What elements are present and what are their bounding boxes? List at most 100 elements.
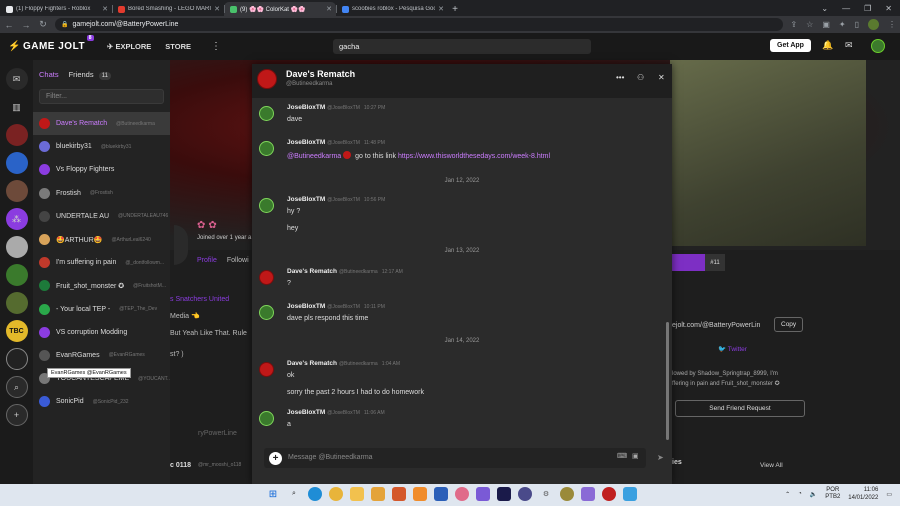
close-chat-icon[interactable]: ✕ — [658, 73, 665, 82]
minimize-icon[interactable]: — — [842, 4, 850, 13]
chat-list-item[interactable]: I'm suffering in pain @_dontfollowm... — [33, 251, 170, 274]
library-icon[interactable]: ▥ — [6, 96, 28, 118]
reload-icon[interactable]: ↻ — [38, 19, 48, 30]
volume-icon[interactable]: 🔈 — [810, 491, 817, 498]
notification-bell-icon[interactable]: 🔔 — [822, 40, 833, 51]
profile-avatar[interactable] — [174, 225, 188, 265]
message-author[interactable]: Dave's Rematch — [287, 360, 337, 367]
tab-close-icon[interactable]: ✕ — [438, 5, 444, 13]
notifications-icon[interactable]: ▭ — [886, 491, 892, 498]
message-avatar[interactable] — [259, 411, 274, 426]
url-input[interactable]: 🔒 gamejolt.com/@BatteryPowerLine — [55, 18, 784, 31]
forward-icon[interactable]: → — [21, 20, 31, 30]
copy-url-button[interactable]: Copy — [774, 317, 804, 332]
message-avatar[interactable] — [259, 106, 274, 121]
message-avatar[interactable] — [259, 141, 274, 156]
start-icon[interactable]: ⊞ — [266, 487, 280, 501]
chat-list-item[interactable]: - Your local TEP - @TEP_The_Dev — [33, 298, 170, 321]
community-avatar[interactable] — [5, 180, 28, 202]
language-indicator[interactable]: POR PTB2 — [825, 487, 840, 501]
chat-list-item[interactable]: Frostish @Frostish — [33, 182, 170, 205]
word-icon[interactable] — [434, 487, 448, 501]
chat-options-icon[interactable]: ••• — [616, 73, 624, 82]
attach-plus-button[interactable]: + — [269, 452, 282, 465]
message-composer[interactable]: + Message @Butineedkarma ⌨ ▣ — [264, 448, 646, 468]
tab-following[interactable]: Followi — [227, 257, 249, 264]
message-author[interactable]: JoseBloxTM — [287, 303, 325, 310]
store-link[interactable]: STORE — [165, 42, 191, 51]
user-avatar[interactable] — [871, 39, 885, 53]
clock[interactable]: 11:06 14/01/2022 — [848, 486, 878, 502]
message-avatar[interactable] — [259, 198, 274, 213]
tab-close-icon[interactable]: ✕ — [102, 5, 108, 13]
profile-avatar-icon[interactable] — [868, 19, 879, 30]
browser-tab[interactable]: (1) Floppy Fighters - Roblox ✕ — [0, 2, 112, 16]
send-icon[interactable]: ➤ — [657, 453, 664, 462]
gamejolt-search-input[interactable]: gacha — [333, 39, 591, 54]
chat-bubble-icon[interactable]: ✉ — [845, 40, 853, 51]
file-explorer-icon[interactable] — [350, 487, 364, 501]
settings-gear-icon[interactable]: ⚙ — [539, 487, 553, 501]
community-avatar[interactable] — [5, 236, 28, 258]
community-avatar[interactable] — [5, 292, 28, 314]
tab-close-icon[interactable]: ✕ — [214, 5, 220, 13]
app-icon[interactable] — [476, 487, 490, 501]
chat-list-item[interactable]: Vs Floppy Fighters — [33, 158, 170, 181]
image-icon[interactable]: ▣ — [632, 452, 639, 460]
chrome-icon[interactable] — [329, 487, 343, 501]
folder-icon[interactable] — [371, 487, 385, 501]
chat-list-item[interactable]: UNDERTALE AU @UNDERTALEAU746 — [33, 205, 170, 228]
bookmark-star-icon[interactable]: ☆ — [806, 20, 813, 29]
search-icon[interactable]: ⌕ — [287, 487, 301, 501]
community-avatar[interactable] — [5, 152, 28, 174]
menu-kebab-icon[interactable]: ⋮ — [888, 20, 896, 29]
paint-icon[interactable] — [455, 487, 469, 501]
puzzle-icon[interactable]: ✦ — [839, 20, 846, 29]
close-window-icon[interactable]: ✕ — [885, 4, 892, 13]
tab-profile[interactable]: Profile — [197, 257, 217, 264]
chat-avatar[interactable] — [257, 69, 277, 89]
tab-close-icon[interactable]: ✕ — [326, 5, 332, 13]
community-avatar[interactable] — [5, 124, 28, 146]
powerpoint-icon[interactable] — [392, 487, 406, 501]
message-author[interactable]: JoseBloxTM — [287, 196, 325, 203]
gamejolt-logo[interactable]: ⚡ GAME JOLT 8 — [8, 35, 95, 52]
add-member-icon[interactable]: ⚇ — [637, 73, 644, 82]
send-friend-request-button[interactable]: Send Friend Request — [675, 400, 805, 417]
app-icon[interactable] — [623, 487, 637, 501]
browser-tab-active[interactable]: (9) 🌸🌸 ColorKat 🌸🌸 ✕ — [224, 2, 336, 16]
discover-communities-icon[interactable]: ⌕ — [5, 376, 28, 398]
more-menu-icon[interactable]: ⋮ — [211, 41, 221, 52]
message-avatar[interactable] — [259, 270, 274, 285]
chat-list-item[interactable]: Fruit_shot_monster ✪ @FruitshotM... — [33, 274, 170, 297]
lock-icon[interactable]: 🔒 — [61, 21, 68, 28]
chat-list-item[interactable]: bluekirby31 @bluekirby31 — [33, 135, 170, 158]
tray-chevron-icon[interactable]: ⌃ — [785, 491, 790, 498]
explore-link[interactable]: ✈ EXPLORE — [107, 42, 151, 51]
edge-icon[interactable] — [308, 487, 322, 501]
excel-icon[interactable] — [413, 487, 427, 501]
message-scrollbar[interactable] — [666, 322, 669, 440]
tab-friends[interactable]: Friends 11 — [69, 70, 111, 80]
back-icon[interactable]: ← — [4, 20, 14, 30]
get-app-button[interactable]: Get App — [770, 39, 811, 52]
message-author[interactable]: Dave's Rematch — [287, 268, 337, 275]
keyboard-icon[interactable]: ⌨ — [617, 452, 627, 460]
app-icon[interactable] — [581, 487, 595, 501]
app-icon[interactable] — [518, 487, 532, 501]
chat-list-item[interactable]: VS corruption Modding — [33, 321, 170, 344]
share-icon[interactable]: ⇪ — [790, 20, 797, 29]
community-avatar[interactable]: ⁂ — [5, 208, 28, 230]
message-author[interactable]: JoseBloxTM — [287, 104, 325, 111]
extension-icon[interactable]: ▣ — [822, 20, 830, 29]
sidebar-icon[interactable]: ▯ — [855, 20, 859, 29]
add-community-icon[interactable]: + — [5, 404, 28, 426]
message-avatar[interactable] — [259, 305, 274, 320]
chat-filter-input[interactable]: Filter... — [39, 89, 164, 104]
chat-list-item[interactable]: SonicPid @SonicPid_232 — [33, 390, 170, 413]
chat-rail-icon[interactable]: ✉ — [5, 68, 28, 90]
chat-list-item[interactable]: EvanRGames @EvanRGames — [33, 344, 170, 367]
message-avatar[interactable] — [259, 362, 274, 377]
browser-tab[interactable]: Bored Smashing - LEGO MARIO ✕ — [112, 2, 224, 16]
community-avatar[interactable] — [5, 264, 28, 286]
